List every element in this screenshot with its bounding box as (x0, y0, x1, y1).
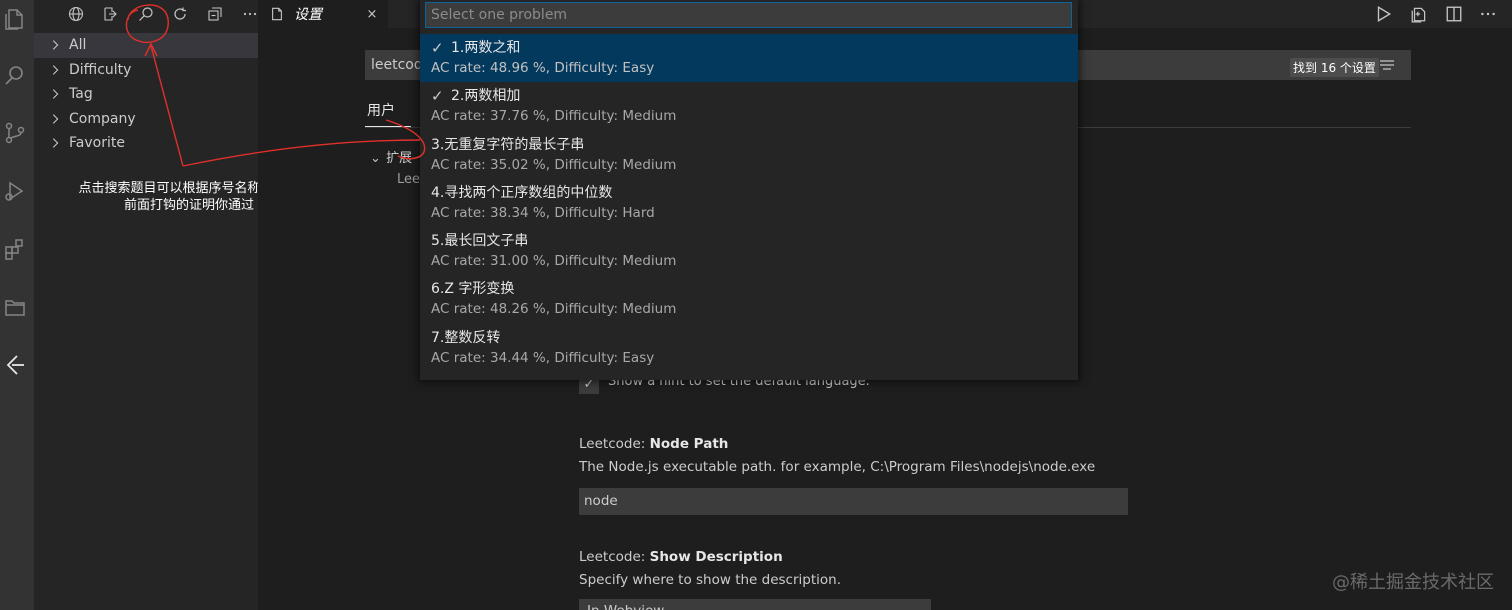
show-description-select[interactable]: In Webview (579, 599, 931, 610)
tree-item-company[interactable]: Company (34, 107, 258, 132)
sign-in-icon[interactable] (99, 3, 121, 25)
run-icon[interactable] (1373, 4, 1393, 24)
refresh-icon[interactable] (169, 3, 191, 25)
setting-title-show-description: Leetcode: Show Description (579, 549, 783, 565)
problem-title: 6.Z 字形变换 (431, 281, 515, 298)
chevron-right-icon (52, 89, 59, 100)
problem-detail: AC rate: 37.76 %, Difficulty: Medium (431, 108, 677, 125)
check-icon: ✓ (431, 39, 444, 57)
globe-icon[interactable] (65, 3, 87, 25)
run-debug-icon[interactable] (0, 176, 30, 206)
setting-title-node-path: Leetcode: Node Path (579, 436, 728, 452)
tree-item-all[interactable]: All (34, 33, 258, 58)
setting-key: Node Path (649, 436, 729, 452)
list-item[interactable]: ✓ 1.两数之和 AC rate: 48.96 %, Difficulty: Ea… (420, 34, 1078, 83)
tree-item-favorite[interactable]: Favorite (34, 131, 258, 156)
tree-item-difficulty[interactable]: Difficulty (34, 58, 258, 83)
toc-label: 扩展 (386, 151, 413, 166)
list-item[interactable]: ✓ 2.两数相加 AC rate: 37.76 %, Difficulty: Me… (420, 82, 1078, 130)
tab-user-settings[interactable]: 用户 (367, 100, 395, 120)
toc-extensions[interactable]: ⌄ 扩展 (370, 147, 412, 166)
list-item[interactable]: 3.无重复字符的最长子串 AC rate: 35.02 %, Difficult… (420, 131, 1078, 179)
problem-title: 5.最长回文子串 (431, 233, 529, 250)
list-item[interactable]: 5.最长回文子串 AC rate: 31.00 %, Difficulty: M… (420, 227, 1078, 275)
problem-title: 7.整数反转 (431, 329, 501, 346)
setting-category: Leetcode: (579, 549, 650, 565)
split-editor-icon[interactable] (1444, 4, 1464, 24)
problem-detail: AC rate: 31.00 %, Difficulty: Medium (431, 253, 677, 270)
extensions-icon[interactable] (0, 234, 30, 264)
watermark: @稀土掘金技术社区 (1332, 572, 1494, 593)
file-icon (272, 7, 282, 21)
node-path-input[interactable]: node (579, 488, 1128, 515)
list-item[interactable]: 7.整数反转 AC rate: 34.44 %, Difficulty: Eas… (420, 324, 1078, 372)
list-item[interactable]: 6.Z 字形变换 AC rate: 48.26 %, Difficulty: M… (420, 275, 1078, 323)
folder-icon[interactable] (0, 292, 30, 322)
problem-title: 1.两数之和 (451, 40, 521, 56)
chevron-down-icon: ⌄ (370, 151, 381, 166)
source-control-icon[interactable] (0, 118, 30, 148)
setting-key: Show Description (649, 549, 783, 565)
problem-title: 4.寻找两个正序数组的中位数 (431, 184, 613, 201)
chevron-right-icon (52, 113, 59, 124)
problem-quick-pick: Select one problem ✓ 1.两数之和 AC rate: 48.9… (420, 0, 1078, 380)
sidebar: All Difficulty Tag Company Favorite 点击搜索… (34, 0, 300, 610)
check-icon: ✓ (431, 87, 444, 106)
tree-item-label: Difficulty (69, 61, 132, 78)
result-count-badge: 找到 16 个设置 (1290, 58, 1379, 77)
problem-detail: AC rate: 48.26 %, Difficulty: Medium (431, 301, 677, 318)
open-changes-icon[interactable] (1409, 4, 1429, 24)
activity-bar (0, 0, 34, 610)
search-icon[interactable] (135, 3, 157, 25)
tab-label: 设置 (294, 7, 322, 23)
sidebar-toolbar (34, 0, 258, 28)
problem-title: 2.两数相加 (451, 88, 521, 105)
tab-settings[interactable]: 设置 × (258, 0, 388, 28)
list-item[interactable]: 4.寻找两个正序数组的中位数 AC rate: 38.34 %, Difficu… (420, 179, 1078, 227)
search-icon[interactable] (0, 60, 30, 90)
tree-item-label: Company (69, 110, 136, 127)
problem-list: ✓ 1.两数之和 AC rate: 48.96 %, Difficulty: Ea… (420, 34, 1078, 372)
explorer-icon[interactable] (0, 4, 30, 34)
chevron-right-icon (52, 138, 59, 149)
problem-detail: AC rate: 34.44 %, Difficulty: Easy (431, 349, 655, 366)
close-icon[interactable]: × (362, 4, 382, 24)
problem-detail: AC rate: 35.02 %, Difficulty: Medium (431, 156, 677, 173)
chevron-right-icon (52, 64, 59, 75)
tree-item-label: All (69, 37, 87, 54)
collapse-all-icon[interactable] (204, 3, 226, 25)
problem-detail: AC rate: 48.96 %, Difficulty: Easy (431, 60, 655, 76)
setting-description: The Node.js executable path. for example… (579, 459, 1096, 475)
more-icon[interactable] (1478, 4, 1498, 24)
toc-leetcode[interactable]: Lee (397, 172, 420, 187)
problem-detail: AC rate: 38.34 %, Difficulty: Hard (431, 204, 655, 221)
setting-description: Specify where to show the description. (579, 572, 841, 588)
leetcode-icon[interactable] (0, 350, 30, 380)
tree-item-tag[interactable]: Tag (34, 82, 258, 107)
setting-category: Leetcode: (579, 436, 650, 452)
tree-item-label: Tag (69, 86, 93, 103)
problem-search-input[interactable]: Select one problem (425, 2, 1072, 28)
problem-title: 3.无重复字符的最长子串 (431, 136, 585, 153)
chevron-right-icon (52, 40, 59, 51)
tree-item-label: Favorite (69, 135, 125, 152)
filter-icon[interactable] (1378, 57, 1396, 73)
problem-tree: All Difficulty Tag Company Favorite (34, 33, 258, 156)
